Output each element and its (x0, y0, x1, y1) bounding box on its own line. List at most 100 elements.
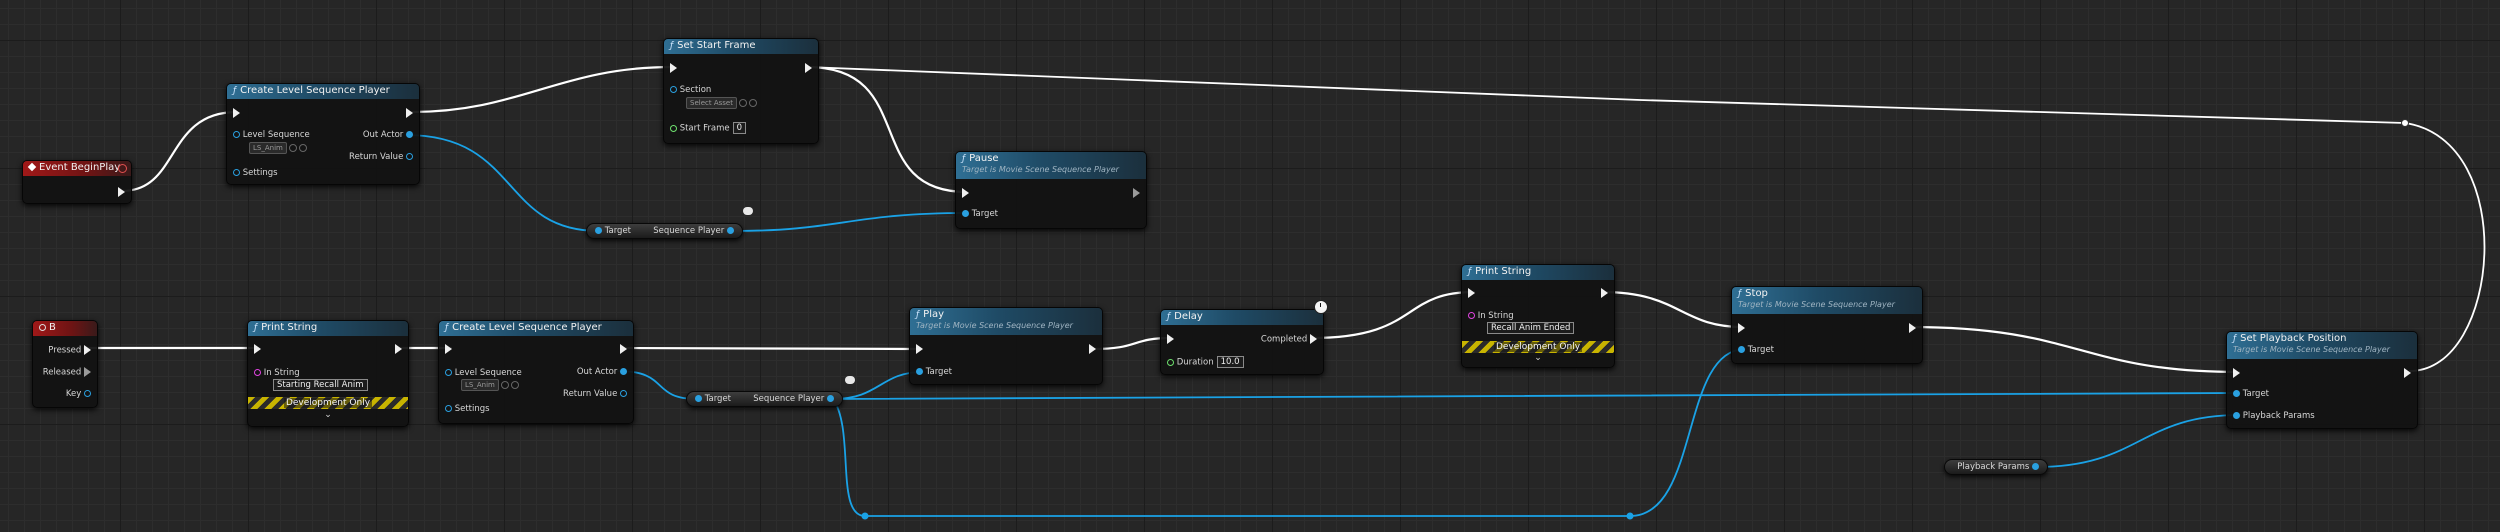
asset-picker[interactable]: LS_Anim (249, 142, 307, 154)
exec-in-pin[interactable] (962, 188, 969, 199)
node-header[interactable]: ƒ Print String (248, 321, 408, 336)
node-header[interactable]: ƒ Create Level Sequence Player (227, 84, 419, 99)
exec-in-pin[interactable] (2233, 368, 2240, 379)
exec-out-pin[interactable] (620, 344, 627, 355)
exec-in-pin[interactable] (916, 344, 923, 355)
stop-node[interactable]: ƒ Stop Target is Movie Scene Sequence Play… (1731, 286, 1923, 364)
playback-params-pin[interactable]: Playback Params (2233, 411, 2315, 421)
in-string-input[interactable]: Recall Anim Ended (1487, 322, 1575, 334)
start-frame-pin[interactable]: Start Frame 0 (670, 122, 747, 134)
node-header[interactable]: B (33, 321, 97, 336)
target-pin[interactable]: Target (962, 209, 998, 219)
start-frame-input[interactable]: 0 (732, 122, 747, 134)
search-icon[interactable] (748, 99, 757, 107)
browse-icon[interactable] (738, 99, 747, 107)
node-header[interactable]: ƒ Stop Target is Movie Scene Sequence Play… (1732, 287, 1922, 314)
pause-node[interactable]: ƒ Pause Target is Movie Scene Sequence Pla… (955, 151, 1147, 229)
delay-node[interactable]: ƒ Delay Completed Duration 10.0 (1160, 309, 1324, 375)
set-start-frame-node[interactable]: ƒ Set Start Frame Section Select Asset St… (663, 38, 819, 144)
set-playback-position-node[interactable]: ƒ Set Playback Position Target is Movie Sc… (2226, 331, 2418, 429)
in-string-value[interactable]: Starting Recall Anim (270, 379, 368, 391)
sequence-player-pin[interactable]: Sequence Player (753, 394, 834, 404)
node-header[interactable]: ƒ Delay (1161, 310, 1323, 325)
pressed-pin[interactable]: Pressed (48, 345, 91, 356)
browse-icon[interactable] (288, 144, 297, 152)
exec-in-pin[interactable] (670, 63, 677, 74)
node-header[interactable]: ƒ Print String (1462, 265, 1614, 280)
delegate-pin-icon[interactable] (118, 164, 127, 173)
playback-params-pin[interactable]: Playback Params (1957, 462, 2039, 472)
exec-in-pin[interactable] (254, 344, 261, 355)
exec-out-pin[interactable] (395, 344, 402, 355)
exec-out-pin[interactable] (118, 187, 125, 198)
node-header[interactable]: ƒ Pause Target is Movie Scene Sequence Pla… (956, 152, 1146, 179)
exec-out-pin[interactable] (2404, 368, 2411, 379)
duration-pin[interactable]: Duration 10.0 (1167, 356, 1244, 368)
exec-in-pin[interactable] (1167, 334, 1174, 345)
exec-in-pin[interactable] (1468, 288, 1475, 299)
print-string-node[interactable]: ƒ Print String In String Starting Recall … (247, 320, 409, 427)
target-pin[interactable]: Target (916, 367, 952, 377)
exec-out-pin[interactable] (1133, 188, 1140, 199)
asset-select[interactable]: LS_Anim (249, 142, 287, 154)
play-node[interactable]: ƒ Play Target is Movie Scene Sequence Play… (909, 307, 1103, 385)
target-pin[interactable]: Target (695, 394, 731, 404)
in-string-input[interactable]: Starting Recall Anim (273, 379, 368, 391)
exec-in-pin[interactable] (445, 344, 452, 355)
node-header[interactable]: ƒ Set Playback Position Target is Movie Sc… (2227, 332, 2417, 359)
chevron-down-icon[interactable]: ⌄ (1462, 353, 1614, 363)
in-string-pin[interactable]: In String (254, 368, 300, 378)
completed-pin[interactable]: Completed (1261, 334, 1317, 345)
return-value-pin[interactable]: Return Value (349, 152, 413, 162)
chevron-down-icon[interactable]: ⌄ (248, 410, 408, 420)
key-pin[interactable]: Key (66, 389, 91, 399)
search-icon[interactable] (510, 381, 519, 389)
return-value-pin[interactable]: Return Value (563, 389, 627, 399)
released-pin[interactable]: Released (43, 367, 91, 378)
out-actor-pin[interactable]: Out Actor (363, 130, 413, 140)
duration-input[interactable]: 10.0 (1216, 356, 1244, 368)
event-begin-play-header[interactable]: Event BeginPlay (23, 161, 131, 176)
section-asset-picker[interactable]: Select Asset (686, 97, 757, 109)
browse-icon[interactable] (500, 381, 509, 389)
sequence-player-pin[interactable]: Sequence Player (653, 226, 734, 236)
exec-out-pin[interactable] (805, 63, 812, 74)
clock-icon (1314, 300, 1328, 314)
asset-picker[interactable]: LS_Anim (461, 379, 519, 391)
section-pin[interactable]: Section (670, 85, 711, 95)
level-sequence-pin[interactable]: Level Sequence (445, 368, 522, 378)
settings-pin[interactable]: Settings (233, 168, 278, 178)
exec-in-pin[interactable] (233, 108, 240, 119)
playback-params-variable[interactable]: Playback Params (1944, 459, 2048, 475)
exec-in-pin[interactable] (1738, 323, 1745, 334)
node-header[interactable]: ƒ Set Start Frame (664, 39, 818, 54)
sequence-player-variable[interactable]: Target Sequence Player (686, 391, 843, 407)
key-b-event-node[interactable]: B Pressed Released Key (32, 320, 98, 408)
event-begin-play-node[interactable]: Event BeginPlay (22, 160, 132, 204)
node-header[interactable]: ƒ Play Target is Movie Scene Sequence Play… (910, 308, 1102, 335)
in-string-value[interactable]: Recall Anim Ended (1484, 322, 1575, 334)
out-actor-pin[interactable]: Out Actor (577, 367, 627, 377)
exec-wire (620, 346, 923, 351)
level-sequence-pin[interactable]: Level Sequence (233, 130, 310, 140)
exec-wire (410, 65, 674, 114)
exec-out-pin[interactable] (406, 108, 413, 119)
exec-out-pin[interactable] (1601, 288, 1608, 299)
exec-out-pin[interactable] (1089, 344, 1096, 355)
create-level-sequence-player-node[interactable]: ƒ Create Level Sequence Player Level Sequ… (438, 320, 634, 424)
target-pin[interactable]: Target (595, 226, 631, 236)
create-level-sequence-player-node[interactable]: ƒ Create Level Sequence Player Level Sequ… (226, 83, 420, 185)
node-header[interactable]: ƒ Create Level Sequence Player (439, 321, 633, 336)
exec-out-pin[interactable] (1909, 323, 1916, 334)
node-title: Create Level Sequence Player (240, 85, 390, 96)
target-pin[interactable]: Target (2233, 389, 2269, 399)
asset-select[interactable]: LS_Anim (461, 379, 499, 391)
sequence-player-variable[interactable]: Target Sequence Player (586, 223, 743, 239)
target-pin[interactable]: Target (1738, 345, 1774, 355)
settings-pin[interactable]: Settings (445, 404, 490, 414)
print-string-node[interactable]: ƒ Print String In String Recall Anim Ende… (1461, 264, 1615, 368)
node-title: Create Level Sequence Player (452, 322, 602, 333)
search-icon[interactable] (298, 144, 307, 152)
asset-select[interactable]: Select Asset (686, 97, 737, 109)
in-string-pin[interactable]: In String (1468, 311, 1514, 321)
